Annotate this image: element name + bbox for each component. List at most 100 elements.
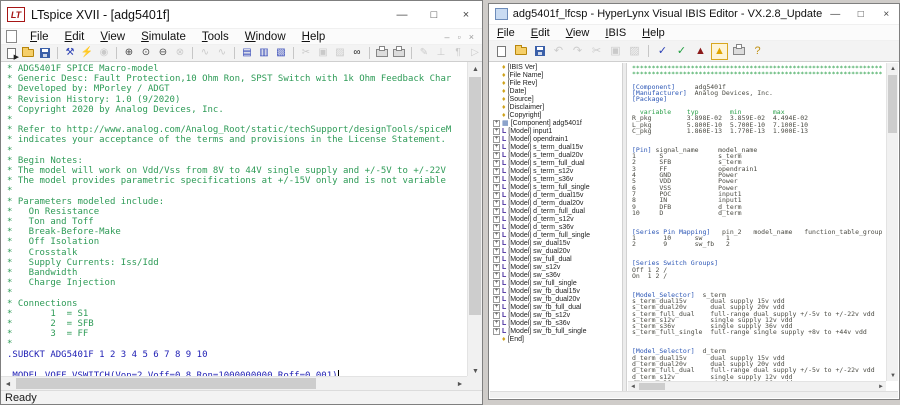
menu-item-ibis[interactable]: IBIS bbox=[597, 27, 634, 39]
menu-item-view[interactable]: View bbox=[92, 31, 133, 43]
menu-item-tools[interactable]: Tools bbox=[194, 31, 237, 43]
expand-plus-icon[interactable]: + bbox=[493, 216, 500, 223]
expand-plus-icon[interactable]: + bbox=[493, 152, 500, 159]
scroll-up-icon[interactable]: ▲ bbox=[468, 62, 483, 76]
expand-plus-icon[interactable]: + bbox=[493, 160, 500, 167]
maximize-button[interactable]: □ bbox=[848, 4, 874, 24]
expand-plus-icon[interactable]: + bbox=[493, 328, 500, 335]
tile-horizontal-icon[interactable]: ▤ bbox=[239, 46, 255, 61]
maximize-button[interactable]: □ bbox=[418, 1, 450, 28]
expand-plus-icon[interactable]: + bbox=[493, 224, 500, 231]
check-complete-icon[interactable]: ✓ bbox=[673, 43, 690, 60]
expand-plus-icon[interactable]: + bbox=[493, 264, 500, 271]
menu-item-file[interactable]: File bbox=[489, 27, 523, 39]
new-schematic-icon[interactable]: ▶ bbox=[3, 46, 19, 61]
expand-plus-icon[interactable]: + bbox=[493, 288, 500, 295]
expand-plus-icon[interactable]: + bbox=[493, 128, 500, 135]
tree-item[interactable]: +L[Model] sw_s36v bbox=[490, 271, 622, 279]
expand-plus-icon[interactable]: + bbox=[493, 184, 500, 191]
tree-item[interactable]: +L[Model] sw_dual20v bbox=[490, 247, 622, 255]
tree-item[interactable]: ♦[Source] bbox=[490, 95, 622, 103]
zoom-area-icon[interactable]: ⊙ bbox=[138, 46, 154, 61]
run-icon[interactable]: ⚡ bbox=[79, 46, 95, 61]
expand-plus-icon[interactable]: + bbox=[493, 192, 500, 199]
expand-plus-icon[interactable]: + bbox=[493, 232, 500, 239]
help-key-icon[interactable]: ? bbox=[749, 43, 766, 60]
expand-plus-icon[interactable]: + bbox=[493, 256, 500, 263]
close-button[interactable]: × bbox=[873, 4, 899, 24]
tree-item[interactable]: ♦[Copyright] bbox=[490, 111, 622, 119]
vertical-scrollbar[interactable]: ▲ ▼ bbox=[467, 62, 482, 378]
tree-item[interactable]: +L[Model] sw_fb_s12v bbox=[490, 311, 622, 319]
tree-item[interactable]: ♦[IBIS Ver] bbox=[490, 63, 622, 71]
new-icon[interactable] bbox=[493, 43, 510, 60]
tree-item[interactable]: +▦[Component] adg5401f bbox=[490, 119, 622, 127]
expand-plus-icon[interactable]: + bbox=[493, 312, 500, 319]
menu-item-edit[interactable]: Edit bbox=[523, 27, 558, 39]
cascade-icon[interactable]: ▧ bbox=[273, 46, 289, 61]
tree-item[interactable]: +L[Model] sw_full_single bbox=[490, 279, 622, 287]
expand-plus-icon[interactable]: + bbox=[493, 136, 500, 143]
tree-item[interactable]: +L[Model] sw_fb_full_single bbox=[490, 327, 622, 335]
spice-netlist-editor[interactable]: * ADG5401F SPICE Macro-model* Generic De… bbox=[2, 62, 468, 378]
show-warnings-icon[interactable]: ▲ bbox=[711, 43, 728, 60]
open-icon[interactable] bbox=[512, 43, 529, 60]
expand-plus-icon[interactable]: + bbox=[493, 176, 500, 183]
expand-plus-icon[interactable]: + bbox=[493, 240, 500, 247]
zoom-out-icon[interactable]: ⊖ bbox=[155, 46, 171, 61]
open-icon[interactable] bbox=[20, 46, 36, 61]
ltspice-titlebar[interactable]: LT LTspice XVII - [adg5401f] — □ × bbox=[1, 1, 482, 29]
pane-splitter[interactable] bbox=[622, 63, 627, 391]
tree-item[interactable]: +L[Model] sw_full_dual bbox=[490, 255, 622, 263]
print-icon[interactable] bbox=[730, 43, 747, 60]
find-icon[interactable]: ∞ bbox=[349, 46, 365, 61]
scroll-left-icon[interactable]: ◄ bbox=[1, 377, 15, 391]
tree-item[interactable]: +L[Model] sw_s12v bbox=[490, 263, 622, 271]
tree-item[interactable]: +L[Model] d_term_full_dual bbox=[490, 207, 622, 215]
tree-item[interactable]: ♦[Date] bbox=[490, 87, 622, 95]
expand-plus-icon[interactable]: + bbox=[493, 272, 500, 279]
menu-item-view[interactable]: View bbox=[558, 27, 598, 39]
expand-plus-icon[interactable]: + bbox=[493, 280, 500, 287]
scrollbar-thumb[interactable] bbox=[16, 378, 316, 389]
tree-item[interactable]: +L[Model] d_term_s36v bbox=[490, 223, 622, 231]
tree-item[interactable]: +L[Model] input1 bbox=[490, 127, 622, 135]
check-syntax-icon[interactable]: ✓ bbox=[654, 43, 671, 60]
menu-item-window[interactable]: Window bbox=[237, 31, 294, 43]
save-icon[interactable] bbox=[531, 43, 548, 60]
close-button[interactable]: × bbox=[450, 1, 482, 28]
tile-vertical-icon[interactable]: ▥ bbox=[256, 46, 272, 61]
tree-item[interactable]: +L[Model] sw_fb_full_dual bbox=[490, 303, 622, 311]
mdi-minimize-button[interactable]: – bbox=[445, 32, 450, 42]
zoom-in-icon[interactable]: ⊕ bbox=[121, 46, 137, 61]
print-preview-icon[interactable] bbox=[391, 46, 407, 61]
expand-plus-icon[interactable]: + bbox=[493, 144, 500, 151]
vertical-scrollbar[interactable]: ▲ ▼ bbox=[886, 63, 898, 381]
scrollbar-thumb[interactable] bbox=[888, 75, 897, 133]
minimize-button[interactable]: — bbox=[822, 4, 848, 24]
horizontal-scrollbar[interactable]: ◄ ► bbox=[628, 381, 886, 391]
menu-item-help[interactable]: Help bbox=[634, 27, 673, 39]
menu-item-file[interactable]: File bbox=[22, 31, 57, 43]
scrollbar-thumb[interactable] bbox=[469, 77, 481, 315]
minimize-button[interactable]: — bbox=[386, 1, 418, 28]
tree-item[interactable]: +L[Model] sw_fb_dual20v bbox=[490, 295, 622, 303]
tree-item[interactable]: +L[Model] s_term_dual15v bbox=[490, 143, 622, 151]
tree-item[interactable]: +L[Model] opendrain1 bbox=[490, 135, 622, 143]
scroll-right-icon[interactable]: ► bbox=[453, 377, 467, 391]
expand-plus-icon[interactable]: + bbox=[493, 304, 500, 311]
tree-item[interactable]: ♦[File Rev] bbox=[490, 79, 622, 87]
scrollbar-thumb[interactable] bbox=[639, 383, 665, 390]
tree-item[interactable]: +L[Model] sw_fb_s36v bbox=[490, 319, 622, 327]
ibis-text-pane[interactable]: ****************************************… bbox=[628, 63, 886, 381]
expand-plus-icon[interactable]: + bbox=[493, 320, 500, 327]
scroll-down-icon[interactable]: ▼ bbox=[887, 370, 899, 381]
tree-item[interactable]: +L[Model] sw_fb_dual15v bbox=[490, 287, 622, 295]
print-icon[interactable] bbox=[374, 46, 390, 61]
expand-plus-icon[interactable]: + bbox=[493, 248, 500, 255]
tree-item[interactable]: +L[Model] s_term_s12v bbox=[490, 167, 622, 175]
ibis-tree-pane[interactable]: ♦[IBIS Ver]♦[File Name]♦[File Rev]♦[Date… bbox=[490, 63, 622, 391]
tree-item[interactable]: +L[Model] s_term_full_single bbox=[490, 183, 622, 191]
tree-item[interactable]: +L[Model] sw_dual15v bbox=[490, 239, 622, 247]
tree-item[interactable]: ♦[File Name] bbox=[490, 71, 622, 79]
